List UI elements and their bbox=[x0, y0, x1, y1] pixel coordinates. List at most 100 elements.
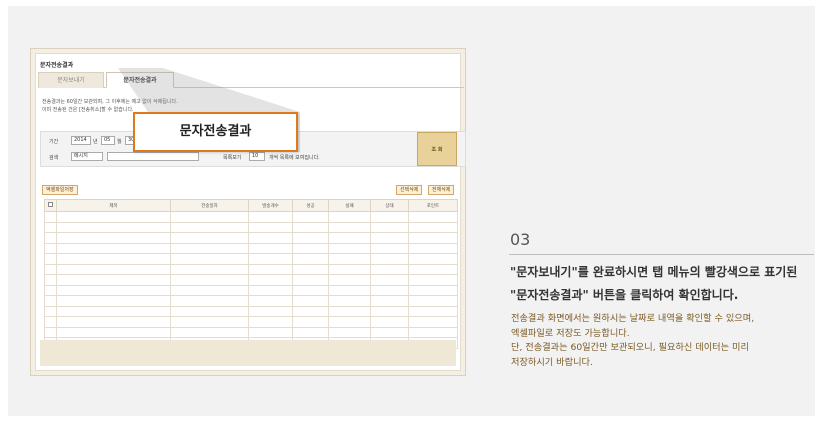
table-row bbox=[44, 326, 458, 338]
table-cell bbox=[248, 221, 293, 233]
table-cell bbox=[170, 253, 249, 265]
table-row bbox=[44, 211, 458, 223]
table-row bbox=[44, 242, 458, 254]
table-cell bbox=[408, 305, 458, 317]
table-cell bbox=[292, 305, 329, 317]
table-cell bbox=[292, 221, 329, 233]
table-cell bbox=[170, 284, 249, 296]
excel-save-button[interactable]: 엑셀파일저장 bbox=[42, 185, 78, 195]
step-number: 03 bbox=[510, 230, 531, 249]
notice-line-1: 전송결과는 60일간 보관되며, 그 이후에는 예고 없이 삭제됩니다. bbox=[42, 99, 178, 105]
table-row bbox=[44, 221, 458, 233]
table-cell bbox=[170, 326, 249, 338]
search-keyword-input[interactable] bbox=[107, 152, 199, 161]
col-send-date: 전송일자 bbox=[170, 199, 249, 212]
table-cell bbox=[408, 263, 458, 275]
table-cell bbox=[328, 253, 371, 265]
table-cell bbox=[56, 232, 171, 244]
table-cell bbox=[408, 253, 458, 265]
table-cell bbox=[56, 211, 171, 223]
table-cell bbox=[170, 221, 249, 233]
table-cell bbox=[292, 274, 329, 286]
table-cell bbox=[248, 232, 293, 244]
table-cell bbox=[56, 284, 171, 296]
table-cell bbox=[56, 221, 171, 233]
year-unit: 년 bbox=[93, 139, 98, 145]
per-page-suffix: 개씩 목록에 보여집니다. bbox=[269, 155, 320, 161]
table-cell bbox=[408, 211, 458, 223]
table-cell bbox=[370, 263, 409, 275]
table-cell bbox=[328, 284, 371, 296]
col-point: 포인트 bbox=[408, 199, 458, 212]
select-all-checkbox[interactable] bbox=[48, 202, 53, 207]
month-input[interactable]: 05 bbox=[101, 136, 115, 145]
col-send-count: 발송개수 bbox=[248, 199, 293, 212]
table-row bbox=[44, 232, 458, 244]
table-cell bbox=[248, 284, 293, 296]
table-cell bbox=[408, 221, 458, 233]
table-cell bbox=[292, 316, 329, 328]
guide-desc-line-3: 단, 전송결과는 60일간만 보관되오니, 필요하신 데이터는 미리 bbox=[511, 342, 749, 353]
period-label: 기간 bbox=[49, 139, 59, 145]
delete-selected-button[interactable]: 선택삭제 bbox=[396, 185, 423, 195]
table-row bbox=[44, 295, 458, 307]
table-cell bbox=[248, 242, 293, 254]
table-cell bbox=[248, 316, 293, 328]
table-cell bbox=[292, 232, 329, 244]
table-cell bbox=[170, 263, 249, 275]
app-window: 문자전송결과 문자보내기 문자전송결과 전송결과는 60일간 보관되며, 그 이… bbox=[35, 53, 466, 371]
table-cell bbox=[328, 274, 371, 286]
guide-desc-line-4: 저장하시기 바랍니다. bbox=[511, 356, 593, 368]
table-cell bbox=[292, 326, 329, 338]
guide-description: 전송결과 화면에서는 원하시는 날짜로 내역을 확인할 수 있으며, 엑셀파일로… bbox=[511, 312, 821, 370]
search-type-select[interactable]: 메시지 bbox=[71, 152, 103, 161]
table-row bbox=[44, 253, 458, 265]
delete-all-button[interactable]: 전체삭제 bbox=[428, 185, 455, 195]
table-cell bbox=[44, 211, 57, 223]
tab-send-message[interactable]: 문자보내기 bbox=[38, 72, 104, 88]
table-row bbox=[44, 305, 458, 317]
table-cell bbox=[44, 232, 57, 244]
table-cell bbox=[170, 242, 249, 254]
col-title: 제목 bbox=[56, 199, 171, 212]
table-cell bbox=[44, 253, 57, 265]
table-cell bbox=[292, 242, 329, 254]
table-cell bbox=[370, 274, 409, 286]
table-cell bbox=[408, 316, 458, 328]
table-cell bbox=[292, 211, 329, 223]
table-cell bbox=[44, 295, 57, 307]
per-page-select[interactable]: 10 bbox=[249, 152, 265, 161]
table-row bbox=[44, 284, 458, 296]
table-cell bbox=[292, 263, 329, 275]
table-cell bbox=[370, 316, 409, 328]
table-cell bbox=[56, 326, 171, 338]
table-cell bbox=[370, 211, 409, 223]
table-cell bbox=[408, 284, 458, 296]
col-fail: 실패 bbox=[328, 199, 371, 212]
table-cell bbox=[408, 326, 458, 338]
guide-heading-line-2: "문자전송결과" 버튼을 클릭하여 확인합니다. bbox=[510, 288, 739, 302]
table-cell bbox=[44, 326, 57, 338]
table-cell bbox=[170, 316, 249, 328]
table-cell bbox=[248, 263, 293, 275]
table-row bbox=[44, 274, 458, 286]
search-type-label: 검색 bbox=[49, 155, 59, 161]
table-cell bbox=[328, 295, 371, 307]
table-cell bbox=[44, 221, 57, 233]
table-cell bbox=[44, 242, 57, 254]
table-cell bbox=[370, 221, 409, 233]
result-table: 제목 전송일자 발송개수 성공 실패 상태 포인트 bbox=[44, 199, 458, 349]
table-cell bbox=[408, 274, 458, 286]
tab-send-result[interactable]: 문자전송결과 bbox=[106, 72, 174, 88]
table-cell bbox=[408, 232, 458, 244]
guide-heading-line-1: "문자보내기"를 완료하시면 탭 메뉴의 빨강색으로 표기된 bbox=[510, 265, 798, 279]
table-cell bbox=[248, 305, 293, 317]
table-cell bbox=[170, 295, 249, 307]
table-cell bbox=[328, 211, 371, 223]
guide-desc-line-2: 엑셀파일로 저장도 가능합니다. bbox=[511, 327, 630, 339]
year-input[interactable]: 2014 bbox=[71, 136, 91, 145]
search-button[interactable]: 조 회 bbox=[417, 132, 457, 166]
table-cell bbox=[328, 305, 371, 317]
table-cell bbox=[170, 232, 249, 244]
table-cell bbox=[248, 295, 293, 307]
